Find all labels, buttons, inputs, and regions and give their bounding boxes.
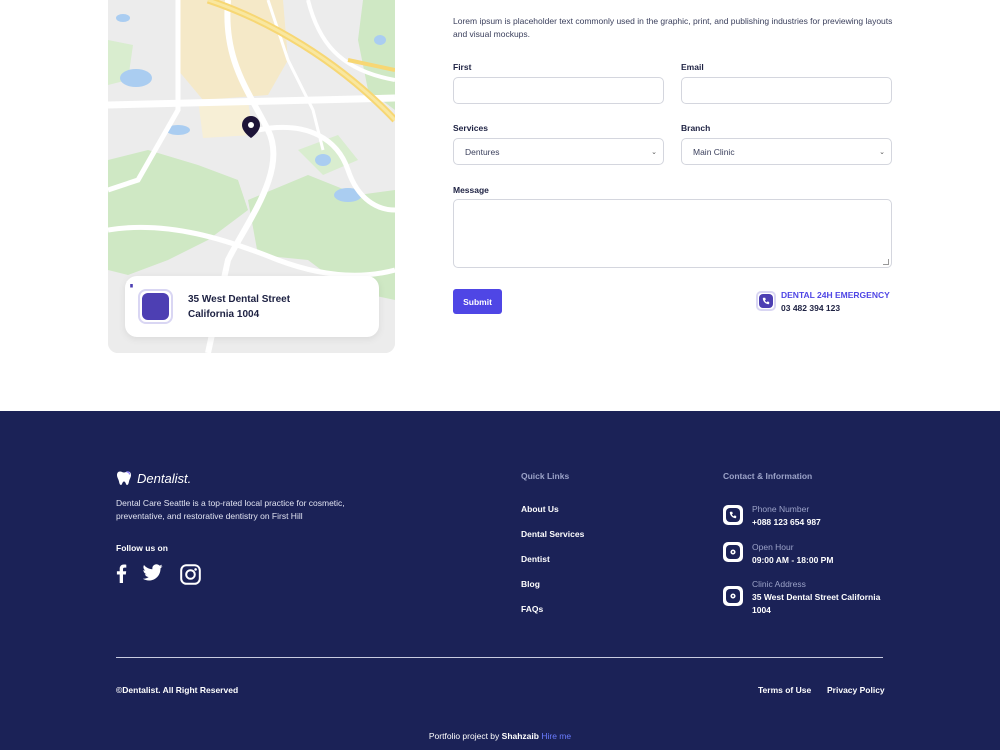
contact-intro: Lorem ipsum is placeholder text commonly… <box>453 16 893 39</box>
address-value: 35 West Dental Street California 1004 <box>752 592 881 615</box>
quick-link-about-us[interactable]: About Us <box>521 504 559 514</box>
quick-link-faqs[interactable]: FAQs <box>521 604 543 614</box>
footer-about: Dental Care Seattle is a top-rated local… <box>116 498 345 521</box>
emergency-title: DENTAL 24H EMERGENCY <box>781 290 890 300</box>
hour-value: 09:00 AM - 18:00 PM <box>752 555 834 565</box>
branch-value: Main Clinic <box>693 146 735 157</box>
branch-label: Branch <box>681 123 711 133</box>
instagram-icon[interactable] <box>180 564 201 590</box>
map-address-card: 35 West Dental Street California 1004 <box>125 276 379 337</box>
address-label: Clinic Address <box>752 579 806 589</box>
chevron-down-icon: ⌄ <box>879 149 885 156</box>
resize-handle[interactable] <box>883 259 889 265</box>
terms-link[interactable]: Terms of Use <box>758 685 811 695</box>
phone-value[interactable]: +088 123 654 987 <box>752 516 892 529</box>
chevron-down-icon: ⌄ <box>651 149 657 156</box>
contact-section: 35 West Dental Street California 1004 Lo… <box>0 0 1000 411</box>
message-label: Message <box>453 185 489 195</box>
credit-prefix: Portfolio project by <box>428 731 500 741</box>
services-select[interactable]: Dentures ⌄ <box>453 138 664 165</box>
phone-icon <box>756 291 776 311</box>
phone-label: Phone Number <box>752 504 810 514</box>
footer: Dentalist. Dental Care Seattle is a top-… <box>0 411 1000 750</box>
first-input[interactable] <box>453 77 664 104</box>
email-input[interactable] <box>681 77 892 104</box>
footer-divider <box>116 657 883 658</box>
map-address-text: 35 West Dental Street California 1004 <box>188 293 291 320</box>
contact-info-title: Contact & Information <box>723 471 813 481</box>
submit-button[interactable]: Submit <box>453 289 502 314</box>
footer-logo[interactable]: Dentalist. <box>116 470 191 486</box>
brand-name: Dentalist. <box>137 470 192 486</box>
hour-label: Open Hour <box>752 542 794 552</box>
services-label: Services <box>453 123 488 133</box>
home-icon <box>126 277 173 324</box>
location-icon <box>723 586 743 606</box>
email-label: Email <box>681 62 704 72</box>
facebook-icon[interactable] <box>116 564 127 588</box>
clock-icon <box>723 542 743 562</box>
branch-select[interactable]: Main Clinic ⌄ <box>681 138 892 165</box>
quick-link-dental-services[interactable]: Dental Services <box>521 529 584 539</box>
first-label: First <box>453 62 472 72</box>
follow-heading: Follow us on <box>116 543 168 553</box>
hire-me-link[interactable]: Hire me <box>541 731 571 741</box>
credit-author: Shahzaib <box>501 731 539 741</box>
privacy-link[interactable]: Privacy Policy <box>827 685 885 695</box>
message-textarea[interactable] <box>453 199 892 268</box>
copyright: ©Dentalist. All Right Reserved <box>116 685 239 695</box>
services-value: Dentures <box>465 146 500 157</box>
tooth-icon <box>117 471 131 485</box>
quick-links-title: Quick Links <box>521 471 570 481</box>
quick-link-blog[interactable]: Blog <box>521 579 540 589</box>
emergency-number[interactable]: 03 482 394 123 <box>781 303 840 313</box>
twitter-icon[interactable] <box>142 564 163 586</box>
map[interactable]: 35 West Dental Street California 1004 <box>108 0 395 353</box>
phone-icon <box>723 505 743 525</box>
portfolio-credit: Portfolio project by Shahzaib Hire me <box>0 731 1000 741</box>
quick-link-dentist[interactable]: Dentist <box>521 554 550 564</box>
